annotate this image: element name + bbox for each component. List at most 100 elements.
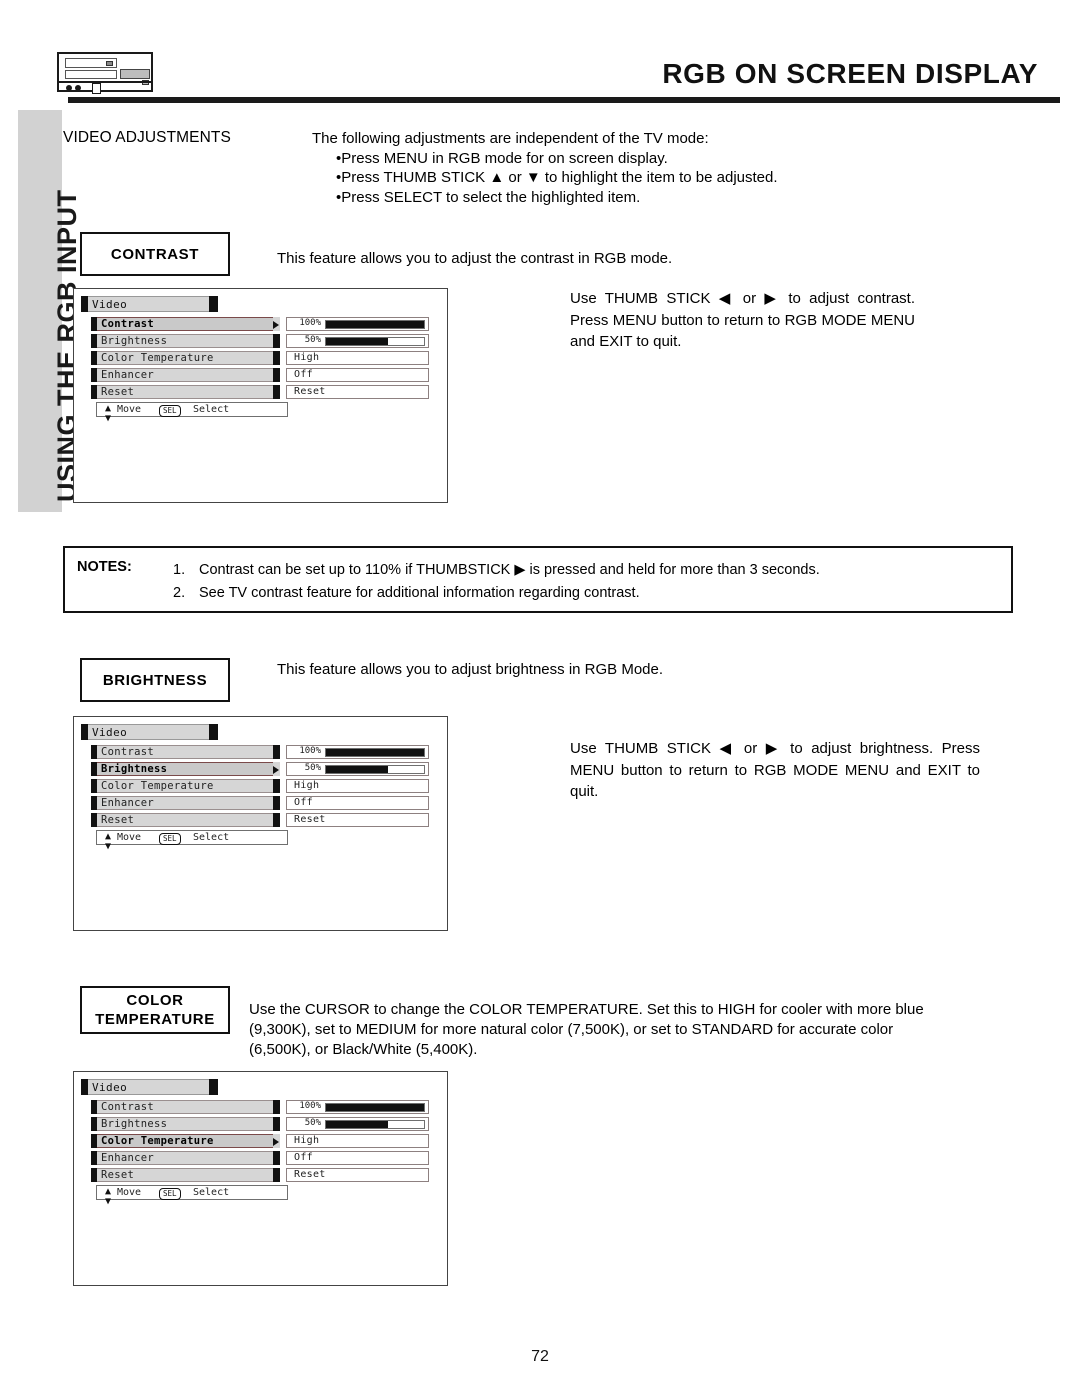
section-instructions-brightness: Use THUMB STICK ◀ or ▶ to adjust brightn… (570, 740, 980, 800)
note-number: 2. (173, 585, 186, 601)
osd-value-bar-track[interactable] (325, 1102, 425, 1112)
osd-row-enhancer[interactable]: Enhancer (91, 1151, 280, 1165)
osd-value-list: 100% 50% High Off Reset (286, 317, 429, 402)
osd-value-text: High (294, 779, 320, 791)
osd-value-color-temperature[interactable]: High (286, 779, 429, 793)
osd-value-bar-fill (326, 337, 388, 345)
note-text: Contrast can be set up to 110% if THUMBS… (199, 562, 820, 578)
osd-value-color-temperature[interactable]: High (286, 1134, 429, 1148)
osd-row-brightness[interactable]: Brightness (91, 334, 280, 348)
icon-led-1 (66, 85, 72, 91)
osd-value-contrast[interactable]: 100% (286, 317, 429, 331)
osd-value-percent: 50% (304, 334, 321, 345)
icon-led-2 (75, 85, 81, 91)
osd-row-cap-left (91, 1151, 97, 1165)
osd-row-label: Contrast (101, 1101, 154, 1113)
osd-row-brightness[interactable]: Brightness (91, 762, 280, 776)
osd-footer-move-label: Move (117, 1187, 142, 1198)
osd-value-brightness[interactable]: 50% (286, 334, 429, 348)
osd-row-cap-right (273, 368, 280, 382)
osd-value-bar-track[interactable] (325, 764, 425, 774)
icon-disc-tray (120, 69, 150, 85)
osd-row-contrast[interactable]: Contrast (91, 317, 280, 331)
osd-value-enhancer[interactable]: Off (286, 796, 429, 810)
osd-value-text: Reset (294, 385, 326, 397)
osd-value-bar-fill (326, 1120, 388, 1128)
up-down-arrow-icon: ▲ ▼ (105, 403, 112, 424)
sidebar-tab: USING THE RGB INPUT (18, 110, 82, 512)
osd-row-reset[interactable]: Reset (91, 385, 280, 399)
intro-bullet: Press SELECT to select the highlighted i… (336, 188, 778, 208)
section-instructions-contrast: Use THUMB STICK ◀ or ▶ to adjust contras… (570, 290, 915, 350)
osd-row-contrast[interactable]: Contrast (91, 1100, 280, 1114)
osd-value-bar-track[interactable] (325, 747, 425, 757)
osd-row-color-temperature[interactable]: Color Temperature (91, 1134, 280, 1148)
note-text: See TV contrast feature for additional i… (199, 585, 640, 601)
osd-value-enhancer[interactable]: Off (286, 1151, 429, 1165)
osd-row-cap-left (91, 1100, 97, 1114)
osd-row-cap-right (273, 351, 280, 365)
osd-value-color-temperature[interactable]: High (286, 351, 429, 365)
section-label-ct-line2: TEMPERATURE (95, 1011, 215, 1028)
osd-row-cap-left (91, 796, 97, 810)
osd-title-text: Video (92, 726, 128, 739)
osd-footer-select-key: SEL (159, 405, 181, 417)
osd-value-reset[interactable]: Reset (286, 1168, 429, 1182)
icon-cassette-slot (92, 83, 101, 94)
osd-row-reset[interactable]: Reset (91, 1168, 280, 1182)
osd-value-brightness[interactable]: 50% (286, 1117, 429, 1131)
section-label-color-temperature: COLOR TEMPERATURE (80, 986, 230, 1034)
osd-row-enhancer[interactable]: Enhancer (91, 796, 280, 810)
icon-front-panel (59, 81, 151, 94)
intro-bullet-list: Press MENU in RGB mode for on screen dis… (336, 149, 778, 208)
osd-row-brightness[interactable]: Brightness (91, 1117, 280, 1131)
osd-value-bar-track[interactable] (325, 336, 425, 346)
osd-row-label: Enhancer (101, 797, 154, 809)
osd-value-percent: 100% (299, 317, 321, 328)
osd-value-contrast[interactable]: 100% (286, 745, 429, 759)
section-label-contrast-text: CONTRAST (110, 245, 200, 263)
osd-menu-color-temperature[interactable]: Video Contrast Brightness Color Temperature… (73, 1071, 448, 1286)
osd-row-cap-left (91, 385, 97, 399)
osd-value-contrast[interactable]: 100% (286, 1100, 429, 1114)
osd-value-reset[interactable]: Reset (286, 813, 429, 827)
osd-value-reset[interactable]: Reset (286, 385, 429, 399)
osd-row-cap-right (273, 1100, 280, 1114)
intro-bullet: Press MENU in RGB mode for on screen dis… (336, 149, 778, 169)
section-label-ct-line1: COLOR (126, 992, 184, 1009)
osd-row-contrast[interactable]: Contrast (91, 745, 280, 759)
icon-bay-upper (65, 58, 117, 68)
osd-value-bar-track[interactable] (325, 319, 425, 329)
osd-row-label: Brightness (101, 335, 168, 347)
osd-menu-contrast[interactable]: Video Contrast Brightness Color Temperature… (73, 288, 448, 503)
osd-row-reset[interactable]: Reset (91, 813, 280, 827)
osd-title-cap-left (81, 724, 88, 740)
osd-row-color-temperature[interactable]: Color Temperature (91, 351, 280, 365)
osd-footer-move-label: Move (117, 404, 142, 415)
osd-value-enhancer[interactable]: Off (286, 368, 429, 382)
osd-row-color-temperature[interactable]: Color Temperature (91, 779, 280, 793)
osd-row-cap-left (91, 813, 97, 827)
osd-menu-brightness[interactable]: Video Contrast Brightness Color Temperature… (73, 716, 448, 931)
osd-value-brightness[interactable]: 50% (286, 762, 429, 776)
osd-row-cap-right (273, 813, 280, 827)
osd-title-cap-right (209, 296, 218, 312)
av-component-icon (57, 52, 153, 94)
up-down-arrow-icon: ▲ ▼ (105, 831, 112, 852)
osd-row-cap-left (91, 1117, 97, 1131)
section-description-color-temperature: Use the CURSOR to change the COLOR TEMPE… (249, 1001, 924, 1058)
osd-row-cap-left (91, 779, 97, 793)
osd-value-bar-track[interactable] (325, 1119, 425, 1129)
osd-row-cap-left (91, 334, 97, 348)
osd-row-cap-left (91, 351, 97, 365)
notes-list: 1. Contrast can be set up to 110% if THU… (173, 559, 1003, 605)
osd-footer-hint: ▲ ▼ Move SEL Select (96, 1185, 288, 1207)
osd-row-enhancer[interactable]: Enhancer (91, 368, 280, 382)
section-label-color-temperature-text: COLOR TEMPERATURE (95, 991, 215, 1029)
osd-title-text: Video (92, 1081, 128, 1094)
osd-row-label: Color Temperature (101, 780, 214, 792)
osd-row-list: Contrast Brightness Color Temperature Enhan… (91, 745, 280, 830)
osd-footer-hint: ▲ ▼ Move SEL Select (96, 402, 288, 424)
osd-value-percent: 50% (304, 1117, 321, 1128)
notes-box: NOTES: 1. Contrast can be set up to 110%… (63, 546, 1013, 613)
